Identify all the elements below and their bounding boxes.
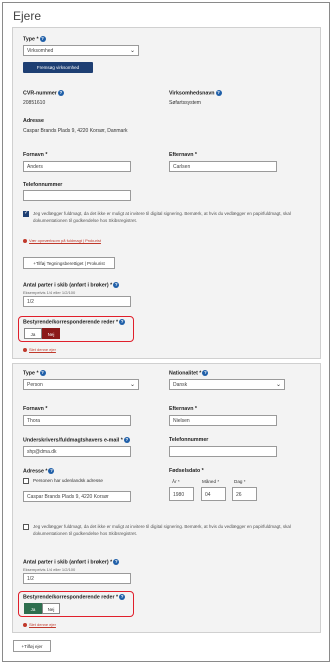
share-input[interactable]: 1/2 [23,573,131,584]
company-value: Søfartssystem [169,100,201,106]
nationality-label: Nationalitet *? [169,370,209,377]
firstname-label: Fornavn * [23,406,48,412]
consent-text: Jeg vedlægger fuldmagt, da det ikke er m… [33,524,291,536]
year-input[interactable]: 1980 [169,487,194,501]
birthdate-label: Fødselsdato * [169,468,204,474]
lastname-label: Efternavn * [169,406,197,412]
help-icon[interactable]: ? [113,559,120,565]
managing-yes-toggle[interactable]: Ja [24,328,42,339]
help-icon[interactable]: ? [119,319,126,325]
managing-owner-label: Bestyrende/korresponderende reder *? [23,594,126,601]
help-icon[interactable]: ? [113,282,120,288]
firstname-input[interactable]: Anders [23,161,131,172]
share-hint: Eksempelvis 1/4 eller 1/2/100 [23,567,76,572]
lastname-input[interactable]: Carlsen [169,161,277,172]
help-icon[interactable]: ? [39,36,46,42]
type-label: Type *? [23,370,46,377]
error-icon [23,238,27,243]
chevron-down-icon: ⌄ [275,382,281,388]
managing-yes-toggle[interactable]: Ja [24,603,42,614]
managing-owner-label: Bestyrende/korresponderende reder *? [23,319,126,326]
chevron-down-icon: ⌄ [129,382,135,388]
fetch-company-button[interactable]: Fremsøg virksomhed [23,62,93,73]
share-label: Antal parter i skib (anført i brøker) *? [23,282,120,289]
type-select[interactable]: Person ⌄ [23,379,139,390]
consent-checkbox[interactable] [23,210,29,217]
help-icon[interactable]: ? [215,90,222,96]
foreign-address-checkbox[interactable] [23,478,29,484]
day-input[interactable]: 26 [232,487,257,501]
managing-no-toggle[interactable]: Nej [42,603,60,614]
page-frame: Ejere Type *? Virksomhed ⌄ Fremsøg virkso… [2,2,330,662]
help-icon[interactable]: ? [119,594,126,600]
remove-icon [23,347,27,352]
phone-input[interactable] [23,190,131,201]
foreign-address-label: Personen har udenlandsk adresse [33,478,103,483]
managing-no-toggle[interactable]: Nej [42,328,60,339]
help-icon[interactable]: ? [202,370,209,376]
remove-owner-link[interactable]: Slet denne ejer [23,347,56,352]
owner-card-2: Type *? Person ⌄ Nationalitet *? Dansk ⌄ F… [12,363,321,633]
phone-input[interactable] [169,446,277,457]
address-label: Adresse *? [23,468,55,475]
help-icon[interactable]: ? [123,437,130,443]
email-label: Underskrivers/fuldmagtshavers e-mail *? [23,437,130,444]
day-label: Dag * [234,479,246,484]
address-input[interactable]: Caspar Brands Plads 9, 4220 Korsør [23,491,131,502]
consent-text: Jeg vedlægger fuldmagt, da det ikke er m… [33,211,291,223]
type-label: Type *? [23,36,46,43]
address-value: Caspar Brands Plads 9, 4220 Korsør, Danm… [23,128,128,134]
company-label: Virksomhedsnavn? [169,90,222,97]
consent-error[interactable]: Vær opmærksom på fuldmagt | Prokurist [23,238,101,243]
chevron-down-icon: ⌄ [129,48,135,54]
type-select[interactable]: Virksomhed ⌄ [23,45,139,56]
help-icon[interactable]: ? [39,370,46,376]
help-icon[interactable]: ? [57,90,64,96]
cvr-value: 20851610 [23,100,46,106]
consent-checkbox[interactable] [23,524,29,530]
month-input[interactable]: 04 [201,487,226,501]
share-input[interactable]: 1/2 [23,296,131,307]
address-label: Adresse [23,118,44,124]
email-input[interactable]: shp@dma.dk [23,446,131,457]
remove-icon [23,622,27,627]
month-label: Måned * [202,479,220,484]
year-label: År * [172,479,180,484]
page-title: Ejere [13,9,42,23]
phone-label: Telefonnummer [23,182,63,188]
add-owner-button[interactable]: +Tilføj ejer [13,640,51,652]
lastname-input[interactable]: Nielsen [169,415,277,426]
add-signing-button[interactable]: +Tilføj Tegningsberettiget | Prokurist [23,257,115,269]
phone-label: Telefonnummer [169,437,209,443]
share-label: Antal parter i skib (anført i brøker) *? [23,559,120,566]
owner-card-1: Type *? Virksomhed ⌄ Fremsøg virksomhed C… [12,27,321,359]
help-icon[interactable]: ? [48,468,55,474]
cvr-label: CVR-nummer? [23,90,64,97]
remove-owner-link[interactable]: Slet denne ejer [23,622,56,627]
lastname-label: Efternavn * [169,152,197,158]
firstname-input[interactable]: Thora [23,415,131,426]
share-hint: Eksempelvis 1/4 eller 1/2/100 [23,290,76,295]
nationality-select[interactable]: Dansk ⌄ [169,379,285,390]
firstname-label: Fornavn * [23,152,48,158]
